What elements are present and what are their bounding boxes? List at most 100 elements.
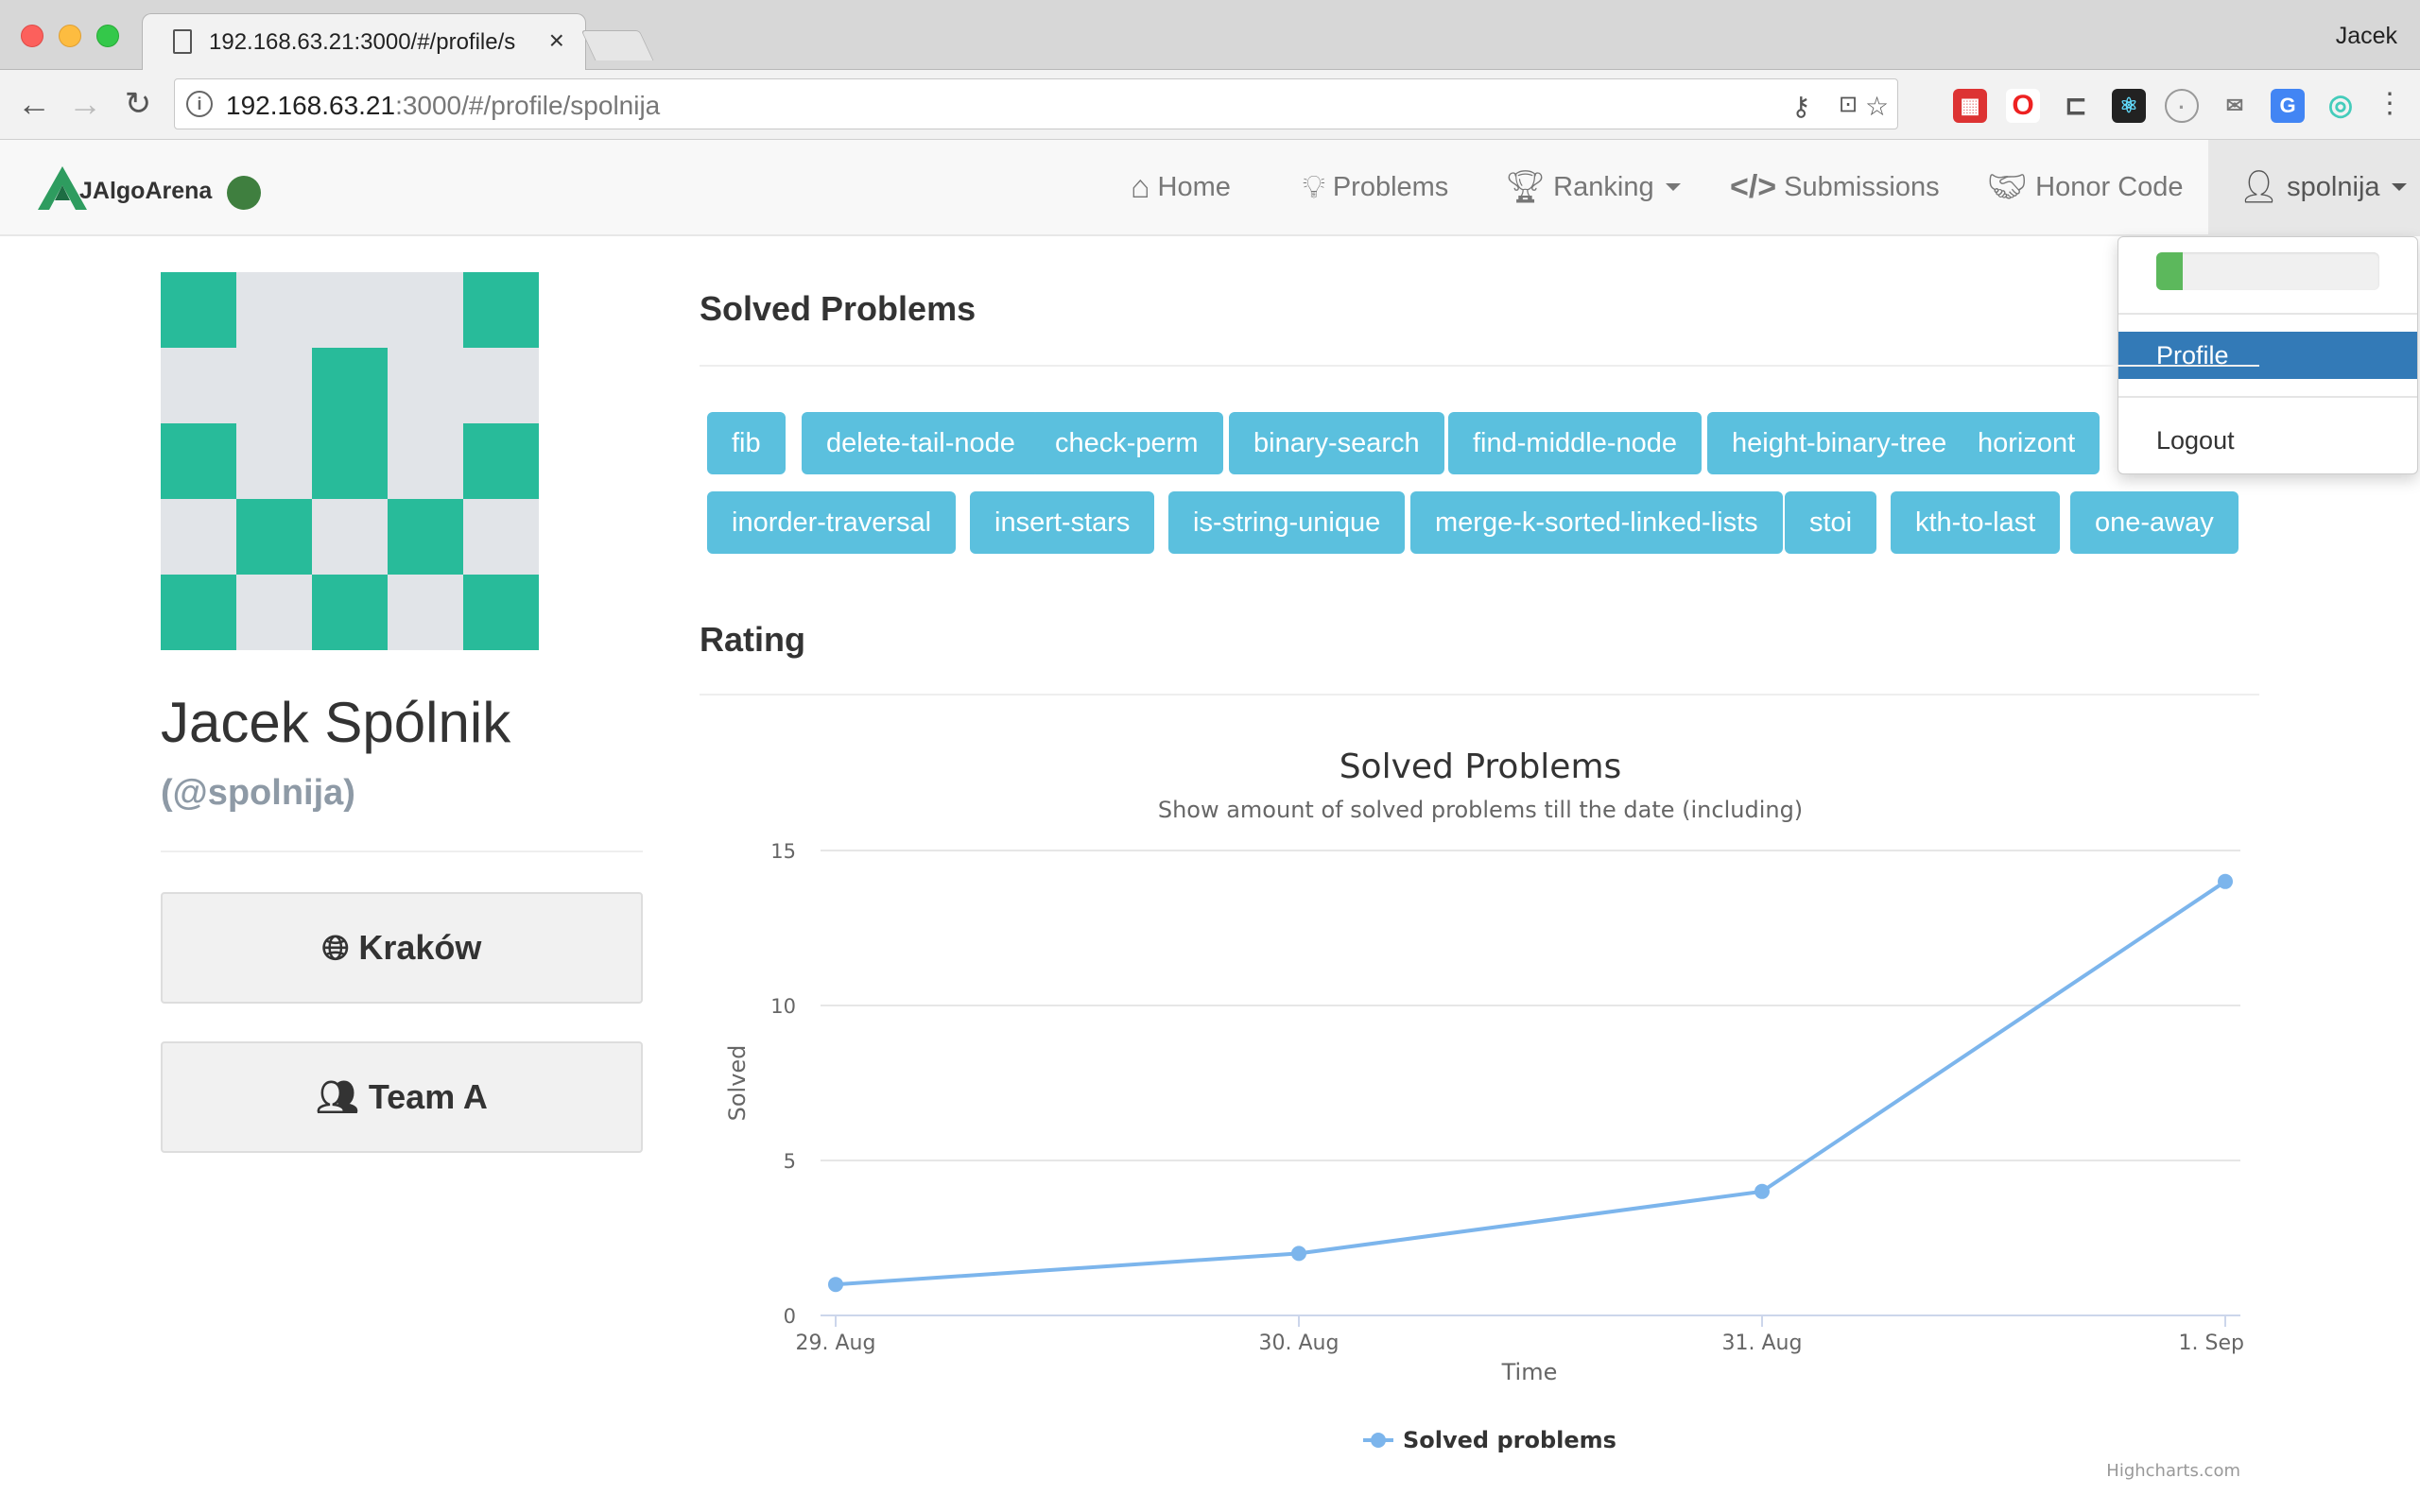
extension-target-icon[interactable]: ◎ <box>2324 89 2358 123</box>
extension-opera-icon[interactable]: O <box>2006 89 2040 123</box>
close-window-button[interactable] <box>21 25 43 47</box>
address-bar[interactable]: i 192.168.63.21:3000/#/profile/spolnija … <box>174 78 1898 129</box>
back-icon[interactable]: ← <box>15 85 53 123</box>
x-tick-label: 30. Aug <box>1259 1332 1340 1355</box>
minimize-window-button[interactable] <box>59 25 81 47</box>
tab-close-icon[interactable]: × <box>549 26 564 56</box>
problem-tag[interactable]: horizont <box>1953 412 2100 474</box>
solved-problems-chart: Solved Problems Show amount of solved pro… <box>724 747 2244 1453</box>
browser-menu-icon[interactable]: ⋮ <box>2371 85 2409 123</box>
browser-titlebar: 192.168.63.21:3000/#/profile/s × Jacek <box>0 0 2420 72</box>
nav-home[interactable]: ⌂ Home <box>1131 140 1231 234</box>
browser-profile-name[interactable]: Jacek <box>2336 23 2397 50</box>
y-tick-label: 10 <box>770 995 796 1018</box>
dropdown-divider <box>2118 313 2417 315</box>
nav-submissions[interactable]: </> Submissions <box>1730 140 1940 234</box>
connection-status-dot <box>227 176 261 210</box>
avatar-cell <box>312 348 388 423</box>
lightbulb-icon: 💡︎ <box>1303 168 1325 205</box>
extension-calendar-icon[interactable]: ▦ <box>1953 89 1987 123</box>
avatar-cell <box>312 423 388 499</box>
bookmark-star-icon[interactable]: ☆ <box>1865 91 1889 122</box>
problem-tag[interactable]: stoi <box>1785 491 1877 554</box>
brand-name[interactable]: JAlgoArena <box>79 178 212 205</box>
problem-tag[interactable]: binary-search <box>1229 412 1444 474</box>
data-point <box>1291 1246 1306 1262</box>
nav-honor-code[interactable]: 🤝︎ Honor Code <box>1987 140 2184 234</box>
extension-react-icon[interactable]: ⚛ <box>2112 89 2146 123</box>
nav-problems-label: Problems <box>1332 171 1449 202</box>
problem-tag[interactable]: find-middle-node <box>1448 412 1703 474</box>
problem-tag[interactable]: check-perm <box>1030 412 1223 474</box>
problem-tag[interactable]: inorder-traversal <box>707 491 957 554</box>
chart-title: Solved Problems <box>1340 747 1622 786</box>
translate-icon[interactable]: ⊡ <box>1839 91 1858 118</box>
extension-cast-icon[interactable]: ⊏ <box>2059 89 2093 123</box>
x-axis-title: Time <box>1501 1359 1558 1385</box>
problem-tag[interactable]: insert-stars <box>970 491 1155 554</box>
nav-honor-code-label: Honor Code <box>2035 171 2184 202</box>
avatar-cell <box>236 423 312 499</box>
app-navbar: JAlgoArena ⌂ Home 💡︎ Problems 🏆︎ Ranking… <box>0 140 2420 236</box>
data-point <box>828 1277 843 1293</box>
avatar-cell <box>161 423 236 499</box>
problem-tag[interactable]: kth-to-last <box>1891 491 2061 554</box>
home-icon: ⌂ <box>1131 168 1150 205</box>
avatar-cell <box>312 272 388 348</box>
dropdown-item-logout[interactable]: Logout <box>2118 417 2417 464</box>
chart-subtitle: Show amount of solved problems till the … <box>1158 797 1803 823</box>
maximize-window-button[interactable] <box>96 25 119 47</box>
browser-tab[interactable]: 192.168.63.21:3000/#/profile/s × <box>142 13 586 72</box>
solved-problems-heading: Solved Problems <box>700 289 977 328</box>
problem-tag[interactable]: merge-k-sorted-linked-lists <box>1410 491 1783 554</box>
avatar-cell <box>161 499 236 575</box>
data-point <box>2218 873 2233 889</box>
problem-tag[interactable]: one-away <box>2070 491 2238 554</box>
progress-bar <box>2156 252 2379 290</box>
url-path: :3000/#/profile/spolnija <box>395 91 661 120</box>
extension-code-icon[interactable]: · <box>2165 89 2199 123</box>
avatar-cell <box>388 499 463 575</box>
team-label: Team A <box>368 1077 488 1116</box>
chart-credits[interactable]: Highcharts.com <box>2106 1461 2240 1481</box>
problem-tag[interactable]: fib <box>707 412 786 474</box>
dropdown-item-profile[interactable]: Profile <box>2118 332 2417 379</box>
x-tick-label: 1. Sep <box>2179 1332 2244 1355</box>
series-line <box>835 880 2227 1287</box>
extension-mail-icon[interactable]: ✉ <box>2218 89 2252 123</box>
user-full-name: Jacek Spólnik <box>161 691 511 754</box>
nav-submissions-label: Submissions <box>1784 171 1940 202</box>
problem-tag[interactable]: height-binary-tree <box>1707 412 1972 474</box>
info-icon[interactable]: i <box>186 91 213 117</box>
avatar-cell <box>463 423 539 499</box>
key-icon[interactable]: ⚷ <box>1791 91 1811 122</box>
user-avatar <box>161 272 539 650</box>
nav-ranking[interactable]: 🏆︎ Ranking <box>1505 140 1681 234</box>
avatar-cell <box>463 348 539 423</box>
extension-translate-icon[interactable]: G <box>2271 89 2305 123</box>
problem-tag[interactable]: is-string-unique <box>1168 491 1406 554</box>
problem-tag[interactable]: delete-tail-node <box>802 412 1040 474</box>
user-dropdown-menu: Profile Logout <box>2118 236 2418 474</box>
avatar-cell <box>236 499 312 575</box>
globe-icon: 🌐︎ <box>321 927 350 967</box>
team-box: 👥︎ Team A <box>161 1041 643 1153</box>
avatar-cell <box>388 272 463 348</box>
reload-icon[interactable]: ↻ <box>119 85 157 123</box>
nav-user-menu[interactable]: 👤︎ spolnija <box>2208 140 2420 234</box>
avatar-cell <box>388 348 463 423</box>
nav-problems[interactable]: 💡︎ Problems <box>1303 140 1448 234</box>
y-tick-label: 0 <box>784 1305 796 1328</box>
y-axis-title: Solved <box>724 1045 751 1122</box>
avatar-cell <box>312 575 388 650</box>
url-text[interactable]: 192.168.63.21:3000/#/profile/spolnija <box>226 91 660 121</box>
new-tab-button[interactable] <box>580 30 654 60</box>
avatar-cell <box>161 272 236 348</box>
chevron-down-icon <box>1665 183 1681 191</box>
divider <box>700 365 2259 367</box>
nav-ranking-label: Ranking <box>1553 171 1654 202</box>
forward-icon[interactable]: → <box>66 85 104 123</box>
y-tick-label: 15 <box>770 840 796 863</box>
city-label: Kraków <box>358 928 482 967</box>
avatar-cell <box>463 272 539 348</box>
